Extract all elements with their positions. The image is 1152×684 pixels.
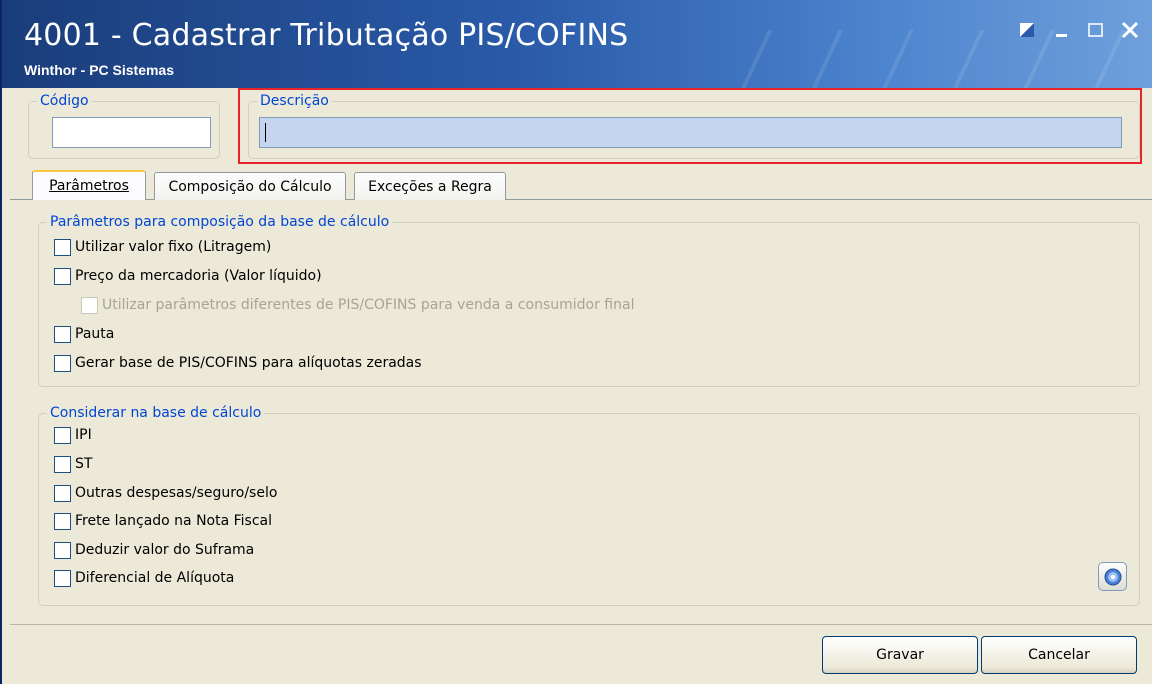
restore-icon[interactable]	[1018, 20, 1038, 40]
option-preco-mercadoria[interactable]: Preço da mercadoria (Valor líquido)	[54, 265, 322, 287]
codigo-label: Código	[40, 93, 89, 109]
checkbox[interactable]	[54, 267, 71, 285]
option-st[interactable]: ST	[54, 453, 92, 475]
tab-parametros-label: Parâmetros	[49, 178, 129, 194]
option-label: ST	[75, 456, 93, 472]
option-label: Outras despesas/seguro/selo	[75, 485, 278, 501]
cancelar-button[interactable]: Cancelar	[981, 636, 1137, 674]
tab-excecoes-regra-label: Exceções a Regra	[368, 178, 492, 195]
checkbox[interactable]	[54, 325, 71, 343]
footer-divider	[10, 624, 1152, 625]
option-diferencial-aliquota[interactable]: Diferencial de Alíquota	[54, 567, 234, 589]
option-ipi[interactable]: IPI	[54, 424, 92, 446]
app-window: 4001 - Cadastrar Tributação PIS/COFINS W…	[0, 0, 1152, 684]
option-label: Deduzir valor do Suframa	[75, 542, 255, 558]
checkbox[interactable]	[54, 426, 71, 444]
option-label: Diferencial de Alíquota	[75, 570, 235, 586]
window-controls	[1018, 20, 1140, 40]
option-aliquotas-zeradas[interactable]: Gerar base de PIS/COFINS para alíquotas …	[54, 352, 422, 374]
checkbox	[81, 296, 98, 314]
option-label: Preço da mercadoria (Valor líquido)	[75, 268, 322, 284]
codigo-input[interactable]	[52, 117, 211, 148]
base-calculo-legend: Considerar na base de cálculo	[50, 405, 262, 421]
title-bar[interactable]: 4001 - Cadastrar Tributação PIS/COFINS W…	[2, 0, 1152, 88]
option-suframa[interactable]: Deduzir valor do Suframa	[54, 539, 254, 561]
descricao-highlight	[238, 88, 1142, 164]
option-label: Utilizar valor fixo (Litragem)	[75, 239, 272, 255]
option-pauta[interactable]: Pauta	[54, 323, 114, 345]
checkbox[interactable]	[54, 455, 71, 473]
help-button[interactable]	[1098, 562, 1127, 591]
window-title: 4001 - Cadastrar Tributação PIS/COFINS	[24, 18, 629, 53]
option-frete[interactable]: Frete lançado na Nota Fiscal	[54, 510, 272, 532]
gravar-button[interactable]: Gravar	[822, 636, 978, 674]
minimize-icon[interactable]	[1052, 20, 1072, 40]
checkbox[interactable]	[54, 512, 71, 530]
tab-excecoes-regra[interactable]: Exceções a Regra	[354, 172, 506, 200]
window-subtitle: Winthor - PC Sistemas	[24, 62, 175, 78]
option-consumidor-final: Utilizar parâmetros diferentes de PIS/CO…	[81, 294, 634, 316]
tab-composicao-calculo[interactable]: Composição do Cálculo	[154, 172, 346, 200]
checkbox[interactable]	[54, 484, 71, 502]
tab-composicao-calculo-label: Composição do Cálculo	[168, 178, 332, 195]
option-label: Utilizar parâmetros diferentes de PIS/CO…	[102, 297, 635, 313]
help-icon	[1104, 568, 1121, 585]
tab-parametros[interactable]: Parâmetros	[32, 170, 146, 200]
option-label: IPI	[75, 427, 92, 443]
params-group-legend: Parâmetros para composição da base de cá…	[50, 214, 390, 230]
close-icon[interactable]	[1120, 20, 1140, 40]
checkbox[interactable]	[54, 354, 71, 372]
checkbox[interactable]	[54, 569, 71, 587]
maximize-icon[interactable]	[1086, 20, 1106, 40]
option-label: Gerar base de PIS/COFINS para alíquotas …	[75, 355, 422, 371]
option-label: Frete lançado na Nota Fiscal	[75, 513, 273, 529]
option-valor-fixo[interactable]: Utilizar valor fixo (Litragem)	[54, 236, 271, 258]
checkbox[interactable]	[54, 238, 71, 256]
option-label: Pauta	[75, 326, 115, 342]
option-outras-despesas[interactable]: Outras despesas/seguro/selo	[54, 482, 277, 504]
checkbox[interactable]	[54, 541, 71, 559]
